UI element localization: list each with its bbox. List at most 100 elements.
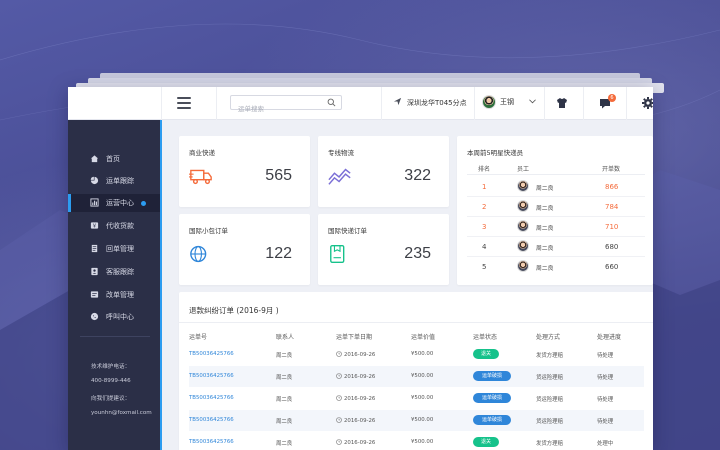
column-header: 处理进度 bbox=[597, 334, 622, 341]
hotline-number: 400-8999-446 bbox=[91, 378, 131, 384]
column-header: 处理方式 bbox=[536, 334, 561, 341]
receipt-icon bbox=[91, 244, 98, 253]
money-icon: ¥ bbox=[90, 222, 99, 230]
sidebar-item-home[interactable]: 首页 bbox=[68, 150, 160, 168]
ranking-row[interactable]: 1 周二良 866 bbox=[457, 177, 653, 197]
ranking-row[interactable]: 3 周二良 710 bbox=[457, 217, 653, 237]
order-date: 2016-09-26 bbox=[336, 373, 375, 380]
avatar bbox=[517, 180, 529, 192]
chevron-down-icon bbox=[529, 99, 536, 104]
rank-number: 3 bbox=[482, 223, 487, 231]
stat-card[interactable]: 专线物流 322 bbox=[318, 136, 449, 207]
header-divider bbox=[467, 174, 645, 175]
notification-badge: 6 bbox=[608, 94, 616, 102]
order-date: 2016-09-26 bbox=[336, 351, 375, 358]
stat-card[interactable]: 国际小包订单 122 bbox=[179, 214, 310, 285]
order-value: ¥500.00 bbox=[411, 439, 434, 445]
table-row[interactable]: TB50036425766 周二良 2016-09-26 ¥500.00 运单破… bbox=[189, 410, 644, 431]
search-icon[interactable] bbox=[327, 98, 336, 107]
active-indicator bbox=[68, 194, 71, 212]
sidebar-item-receipts[interactable]: 回单管理 bbox=[68, 240, 160, 258]
status-badge: 退关 bbox=[473, 349, 499, 359]
order-count: 784 bbox=[605, 203, 619, 211]
stat-value: 235 bbox=[404, 245, 431, 262]
contact: 周二良 bbox=[276, 441, 293, 447]
pie-icon bbox=[90, 176, 99, 185]
branch-selector[interactable]: 深圳龙华T045分点 bbox=[393, 97, 467, 108]
suggest-label: 向我们提建议： bbox=[91, 396, 131, 402]
ranking-card: 本周前5明星快递员 排名 员工 开单数 1 周二良 866 2 周二良 784 … bbox=[457, 136, 653, 285]
active-dot bbox=[141, 201, 146, 206]
sidebar-item-collection[interactable]: ¥ 代收货款 bbox=[68, 217, 160, 235]
search-input[interactable] bbox=[231, 102, 321, 116]
dashboard-window: 深圳龙华T045分点 王钢 6 首页 运单跟踪 运营中心 bbox=[68, 87, 653, 450]
sidebar-item-operations[interactable]: 运营中心 bbox=[68, 194, 160, 212]
stat-card[interactable]: 国际快递订单 235 bbox=[318, 214, 449, 285]
sidebar-item-customer-service[interactable]: 客服跟踪 bbox=[68, 263, 160, 281]
order-count: 710 bbox=[605, 223, 619, 231]
order-value: ¥500.00 bbox=[411, 351, 434, 357]
branch-name: 深圳龙华T045分点 bbox=[407, 99, 467, 107]
navigation-icon bbox=[393, 97, 402, 106]
avatar bbox=[517, 240, 529, 252]
clock-icon bbox=[336, 417, 342, 423]
table-row[interactable]: TB50036425766 周二良 2016-09-26 ¥500.00 运单破… bbox=[189, 366, 644, 387]
column-header: 运单号 bbox=[189, 334, 208, 341]
stat-title: 专线物流 bbox=[328, 149, 354, 157]
sidebar-item-label: 运单跟踪 bbox=[106, 177, 134, 185]
order-id-link[interactable]: TB50036425766 bbox=[189, 373, 234, 379]
stat-card[interactable]: 商业快递 565 bbox=[179, 136, 310, 207]
sidebar-item-call-center[interactable]: 呼叫中心 bbox=[68, 308, 160, 326]
handling-method: 货运险理赔 bbox=[536, 375, 563, 381]
order-id-link[interactable]: TB50036425766 bbox=[189, 417, 234, 423]
column-header: 运单状态 bbox=[473, 334, 498, 341]
ranking-row[interactable]: 4 周二良 680 bbox=[457, 237, 653, 257]
ranking-row[interactable]: 2 周二良 784 bbox=[457, 197, 653, 217]
order-date-text: 2016-09-26 bbox=[344, 374, 376, 380]
contact-email[interactable]: younhn@foxmail.com bbox=[91, 410, 152, 416]
handling-progress: 待处理 bbox=[597, 397, 614, 403]
divider bbox=[474, 87, 475, 120]
sidebar-item-order-changes[interactable]: 改单管理 bbox=[68, 286, 160, 304]
table-row[interactable]: TB50036425766 周二良 2016-09-26 ¥500.00 退关 … bbox=[189, 432, 644, 450]
order-id-link[interactable]: TB50036425766 bbox=[189, 439, 234, 445]
table-row[interactable]: TB50036425766 周二良 2016-09-26 ¥500.00 退关 … bbox=[189, 344, 644, 365]
svg-text:¥: ¥ bbox=[93, 224, 97, 230]
order-date: 2016-09-26 bbox=[336, 417, 375, 424]
search-box[interactable] bbox=[230, 95, 342, 116]
handling-progress: 处理中 bbox=[597, 441, 614, 447]
sidebar-item-label: 代收货款 bbox=[106, 222, 134, 230]
ranking-row[interactable]: 5 周二良 660 bbox=[457, 257, 653, 277]
top-bar: 深圳龙华T045分点 王钢 6 bbox=[68, 87, 653, 120]
order-value: ¥500.00 bbox=[411, 417, 434, 423]
column-header: 运单价值 bbox=[411, 334, 436, 341]
table-row[interactable]: TB50036425766 周二良 2016-09-26 ¥500.00 运单破… bbox=[189, 388, 644, 409]
divider bbox=[544, 87, 545, 120]
package-icon bbox=[330, 245, 345, 263]
order-id-link[interactable]: TB50036425766 bbox=[189, 395, 234, 401]
avatar bbox=[517, 220, 529, 232]
hamburger-icon[interactable] bbox=[177, 97, 191, 109]
hotline-label: 技术维护电话： bbox=[91, 364, 131, 370]
truck-icon bbox=[189, 169, 212, 185]
sidebar-item-label: 首页 bbox=[106, 155, 120, 163]
employee-name: 周二良 bbox=[536, 246, 554, 252]
contact: 周二良 bbox=[276, 419, 293, 425]
order-date: 2016-09-26 bbox=[336, 395, 375, 402]
employee-name: 周二良 bbox=[536, 266, 554, 272]
order-id-link[interactable]: TB50036425766 bbox=[189, 351, 234, 357]
handling-progress: 待处理 bbox=[597, 353, 614, 359]
user-name: 王钢 bbox=[500, 98, 514, 106]
shirt-icon[interactable] bbox=[555, 96, 569, 110]
count-header: 开单数 bbox=[602, 166, 621, 173]
stat-title: 商业快递 bbox=[189, 149, 215, 157]
order-date-text: 2016-09-26 bbox=[344, 396, 376, 402]
sidebar-item-tracking[interactable]: 运单跟踪 bbox=[68, 172, 160, 190]
order-date-text: 2016-09-26 bbox=[344, 418, 376, 424]
sidebar-item-label: 客服跟踪 bbox=[106, 268, 134, 276]
home-icon bbox=[90, 155, 99, 163]
gear-icon[interactable] bbox=[641, 96, 653, 110]
avatar bbox=[482, 95, 496, 109]
handling-progress: 待处理 bbox=[597, 419, 614, 425]
avatar bbox=[517, 200, 529, 212]
